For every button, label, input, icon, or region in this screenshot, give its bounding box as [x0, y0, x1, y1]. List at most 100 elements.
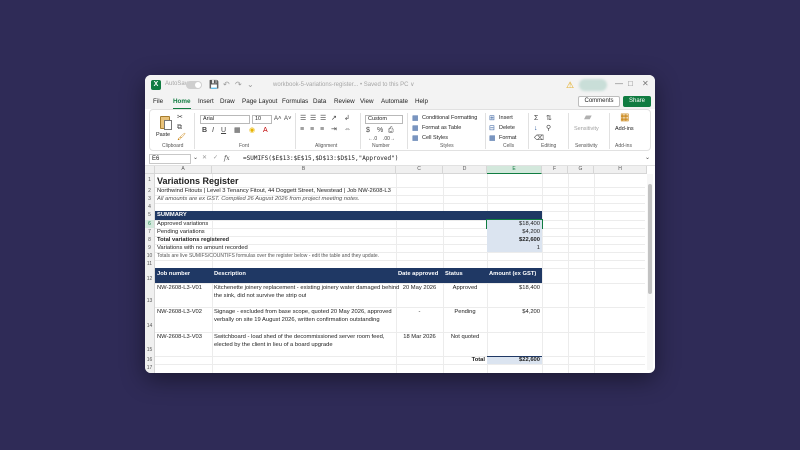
table-cell-status[interactable]: Pending [443, 308, 487, 316]
customize-qat-icon[interactable]: ⌄ [247, 80, 254, 90]
summary-value[interactable]: $22,600 [487, 236, 540, 244]
align-bottom-icon[interactable]: ☰ [320, 114, 326, 123]
close-icon[interactable]: ✕ [642, 79, 649, 89]
minimize-icon[interactable]: — [615, 79, 623, 89]
insert-function-icon[interactable]: fx [224, 154, 230, 163]
column-header-c[interactable]: C [396, 166, 443, 174]
orientation-icon[interactable]: ↗ [331, 114, 337, 123]
row-header[interactable]: 5 [145, 211, 155, 220]
summary-label[interactable]: Approved variations [157, 220, 208, 228]
tab-automate[interactable]: Automate [381, 98, 408, 105]
table-cell-amount[interactable]: $4,200 [487, 308, 540, 316]
summary-value[interactable]: 1 [487, 244, 540, 252]
table-cell-description[interactable]: the sink, did not survive the strip out [214, 292, 306, 300]
tab-insert[interactable]: Insert [198, 98, 214, 105]
row-header[interactable]: 13 [145, 283, 155, 307]
insert-cells-label[interactable]: Insert [499, 114, 513, 122]
row-header[interactable]: 17 [145, 364, 155, 373]
align-top-icon[interactable]: ☰ [300, 114, 306, 123]
align-left-icon[interactable]: ≡ [300, 125, 304, 134]
table-header[interactable]: Description [214, 270, 246, 278]
table-cell-status[interactable]: Approved [443, 284, 487, 292]
summary-value[interactable]: $4,200 [487, 228, 540, 236]
autosum-icon[interactable]: Σ [534, 114, 538, 123]
name-box-dropdown-icon[interactable]: ⌄ [193, 154, 198, 163]
tab-formulas[interactable]: Formulas [282, 98, 308, 105]
insert-cells-icon[interactable]: ⊞ [489, 114, 495, 123]
tab-home[interactable]: Home [173, 98, 191, 110]
table-header[interactable]: Date approved [398, 270, 438, 278]
indent-icon[interactable]: ⇥ [331, 125, 337, 134]
summary-header[interactable]: SUMMARY [155, 211, 542, 220]
total-label[interactable]: Total [443, 356, 485, 364]
row-header[interactable]: 15 [145, 332, 155, 356]
enter-icon[interactable]: ✓ [213, 154, 218, 163]
cancel-icon[interactable]: ✕ [202, 154, 207, 163]
number-format-select[interactable]: Custom [365, 115, 403, 124]
tab-review[interactable]: Review [334, 98, 355, 105]
format-cells-label[interactable]: Format [499, 134, 516, 142]
row-header[interactable]: 3 [145, 195, 155, 203]
table-header[interactable]: Status [445, 270, 463, 278]
autosave-toggle[interactable] [186, 81, 202, 89]
worksheet-grid[interactable]: A B C D E F G H 1 2 3 4 5 6 7 8 9 10 11 … [145, 166, 655, 373]
column-header-h[interactable]: H [594, 166, 647, 174]
window-title[interactable]: workbook-5-variations-register... • Save… [273, 81, 415, 88]
table-cell-amount[interactable]: $18,400 [487, 284, 540, 292]
tab-draw[interactable]: Draw [220, 98, 235, 105]
paste-icon[interactable] [158, 114, 172, 130]
row-header[interactable]: 11 [145, 260, 155, 268]
align-center-icon[interactable]: ≡ [310, 125, 314, 134]
undo-icon[interactable]: ↶ [223, 80, 230, 90]
column-header-a[interactable]: A [155, 166, 212, 174]
delete-cells-label[interactable]: Delete [499, 124, 515, 132]
table-header[interactable]: Job number [157, 270, 190, 278]
format-as-table-icon[interactable]: ▦ [412, 124, 419, 133]
table-cell-description[interactable]: verbally on site 19 August 2026, written… [214, 316, 380, 324]
bold-icon[interactable]: B [202, 126, 207, 135]
format-painter-icon[interactable]: 🖌 [177, 133, 186, 142]
row-header[interactable]: 8 [145, 236, 155, 244]
cell-styles-icon[interactable]: ▦ [412, 134, 419, 143]
underline-icon[interactable]: U [221, 126, 226, 135]
expand-formula-icon[interactable]: ⌄ [645, 154, 650, 163]
cell-styles-label[interactable]: Cell Styles [422, 134, 448, 142]
table-header[interactable]: Amount (ex GST) [489, 270, 536, 278]
comments-button[interactable]: Comments [578, 96, 620, 107]
column-header-d[interactable]: D [443, 166, 487, 174]
format-cells-icon[interactable]: ▦ [489, 134, 496, 143]
find-select-icon[interactable]: ⚲ [546, 124, 551, 133]
font-size-select[interactable]: 10 [252, 115, 272, 124]
column-header-e[interactable]: E [487, 166, 542, 174]
sheet-subtitle[interactable]: Northwind Fitouts | Level 3 Tenancy Fito… [157, 187, 391, 195]
scrollbar-thumb[interactable] [648, 184, 652, 294]
fill-icon[interactable]: ↓ [534, 124, 538, 133]
select-all-corner[interactable] [145, 166, 155, 174]
addins-label[interactable]: Add-ins [615, 125, 634, 133]
percent-icon[interactable]: % [377, 126, 383, 135]
formula-input[interactable]: =SUMIFS($E$13:$E$15,$D$13:$D$15,"Approve… [243, 155, 398, 163]
format-as-table-label[interactable]: Format as Table [422, 124, 461, 132]
table-cell-job[interactable]: NW-2608-L3-V02 [157, 308, 202, 316]
clear-icon[interactable]: ⌫ [534, 134, 544, 143]
redo-icon[interactable]: ↷ [235, 80, 242, 90]
wrap-text-icon[interactable]: ↲ [344, 114, 350, 123]
name-box[interactable]: E6 [149, 154, 191, 164]
tab-file[interactable]: File [153, 98, 163, 105]
cut-icon[interactable]: ✂ [177, 113, 183, 122]
sheet-title[interactable]: Variations Register [157, 175, 239, 187]
delete-cells-icon[interactable]: ⊟ [489, 124, 495, 133]
table-cell-job[interactable]: NW-2608-L3-V03 [157, 333, 202, 341]
table-cell-date[interactable]: 18 Mar 2026 [396, 333, 443, 341]
decrease-font-icon[interactable]: A˅ [284, 115, 292, 124]
row-header[interactable]: 12 [145, 268, 155, 283]
avatar[interactable] [579, 79, 607, 91]
sort-filter-icon[interactable]: ⇅ [546, 114, 552, 123]
tab-view[interactable]: View [360, 98, 374, 105]
summary-label[interactable]: Pending variations [157, 228, 205, 236]
row-header[interactable]: 1 [145, 174, 155, 187]
table-cell-description[interactable]: Signage - excluded from base scope, quot… [214, 308, 392, 316]
table-cell-description[interactable]: Switchboard - load shed of the decommiss… [214, 333, 384, 341]
summary-label[interactable]: Variations with no amount recorded [157, 244, 248, 252]
row-header[interactable]: 4 [145, 203, 155, 211]
